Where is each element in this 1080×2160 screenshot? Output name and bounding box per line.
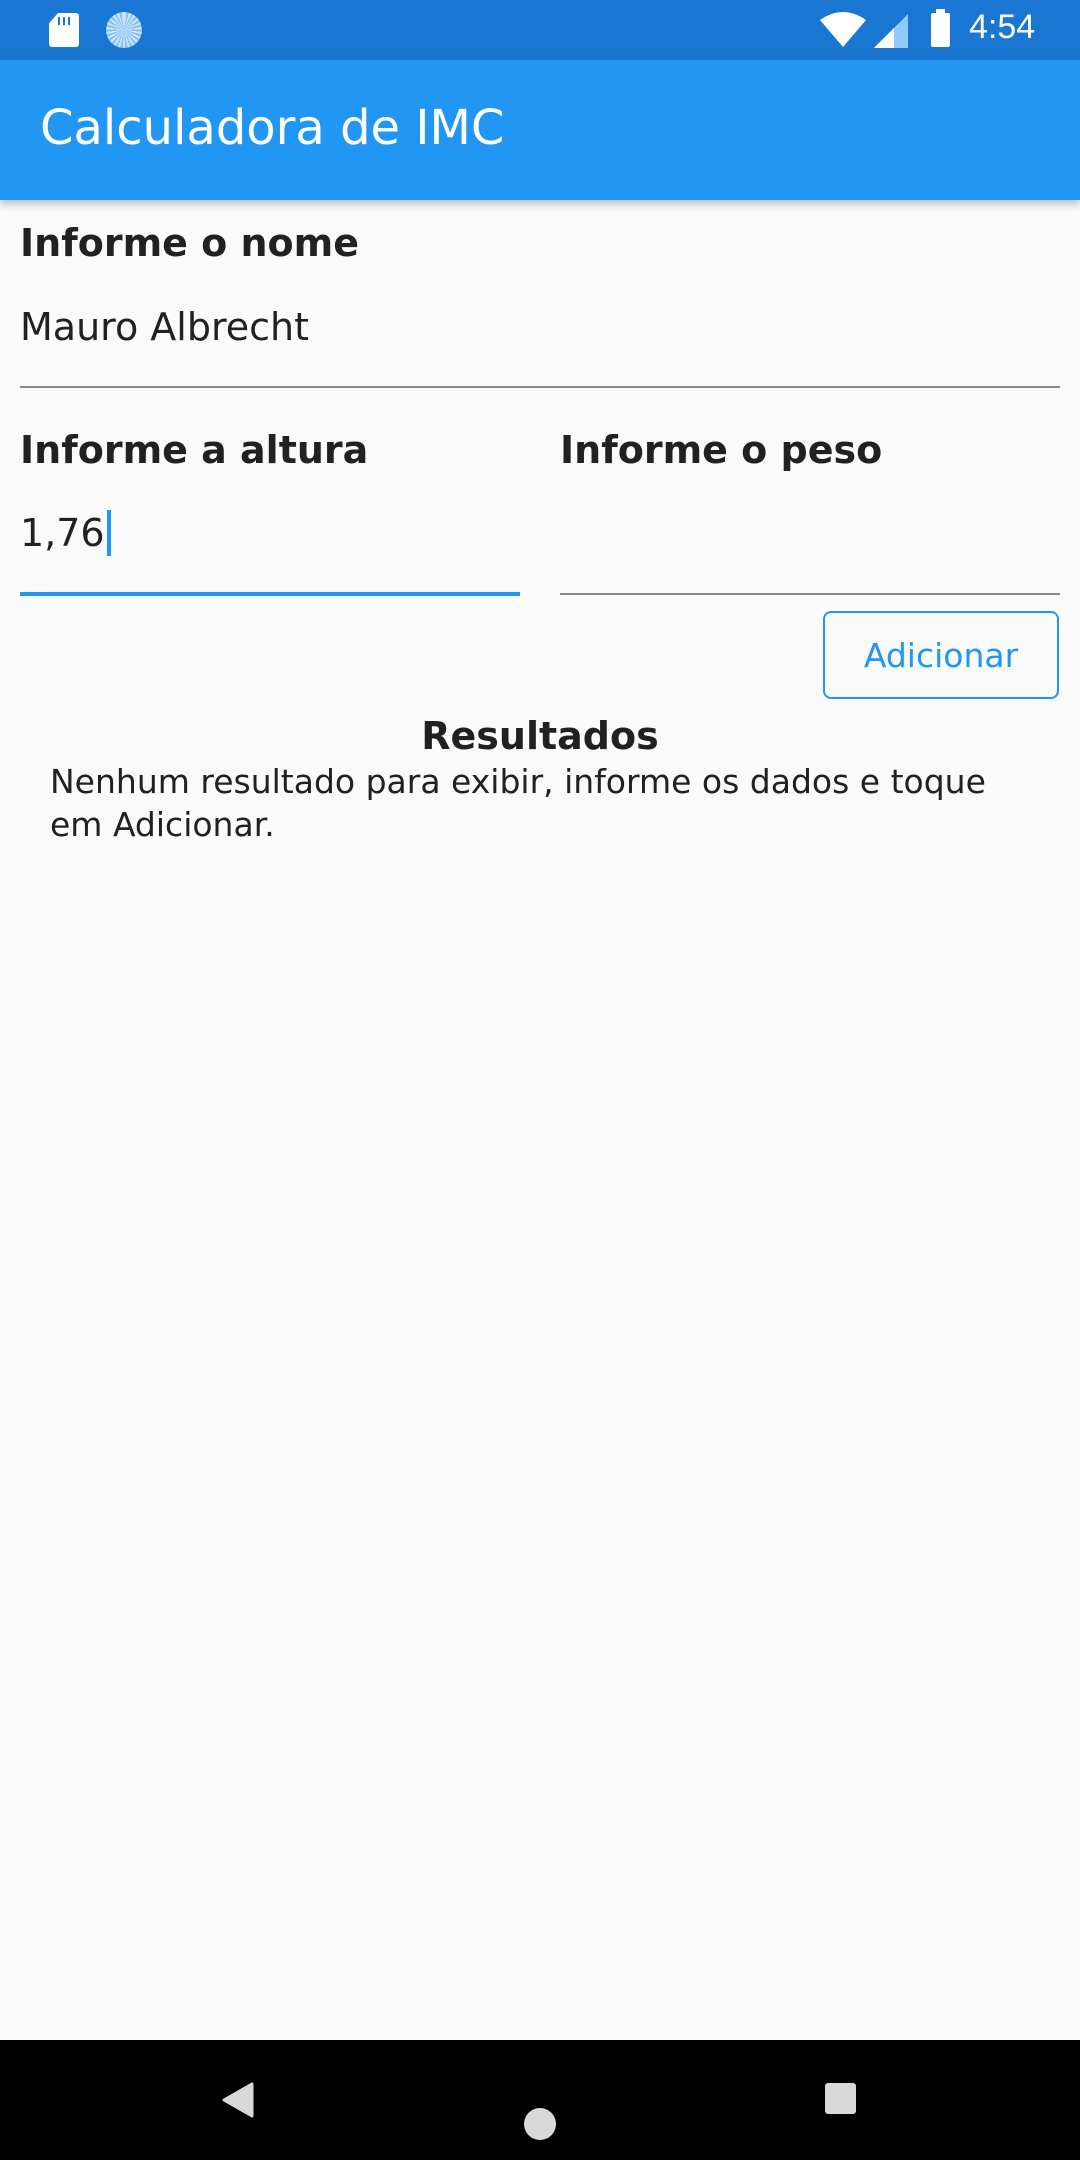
signal-icon — [874, 14, 908, 48]
results-title: Resultados — [421, 714, 659, 758]
text-cursor — [106, 509, 111, 556]
height-field-underline — [20, 592, 520, 596]
status-time: 4:54 — [969, 8, 1036, 46]
weight-field[interactable] — [560, 511, 1060, 571]
navigation-bar — [0, 2040, 1080, 2160]
home-icon[interactable] — [524, 2108, 556, 2140]
weight-field-underline — [560, 593, 1060, 595]
name-field-underline — [20, 386, 1060, 388]
sd-card-icon — [49, 13, 79, 47]
add-button[interactable]: Adicionar — [823, 611, 1059, 699]
app-title: Calculadora de IMC — [40, 100, 505, 156]
results-message: Nenhum resultado para exibir, informe os… — [50, 762, 986, 844]
battery-icon — [931, 9, 950, 47]
wifi-icon — [820, 12, 866, 47]
height-field[interactable]: 1,76 — [20, 509, 111, 556]
name-label: Informe o nome — [20, 221, 360, 265]
name-field[interactable]: Mauro Albrecht — [20, 305, 309, 349]
weight-label: Informe o peso — [560, 428, 883, 472]
back-icon[interactable] — [222, 2082, 254, 2118]
app-bar: Calculadora de IMC — [0, 60, 1080, 200]
height-field-value: 1,76 — [20, 511, 105, 555]
height-label: Informe a altura — [20, 428, 369, 472]
recents-icon[interactable] — [825, 2083, 856, 2114]
sync-icon — [106, 12, 142, 48]
status-bar: 4:54 — [0, 0, 1080, 60]
